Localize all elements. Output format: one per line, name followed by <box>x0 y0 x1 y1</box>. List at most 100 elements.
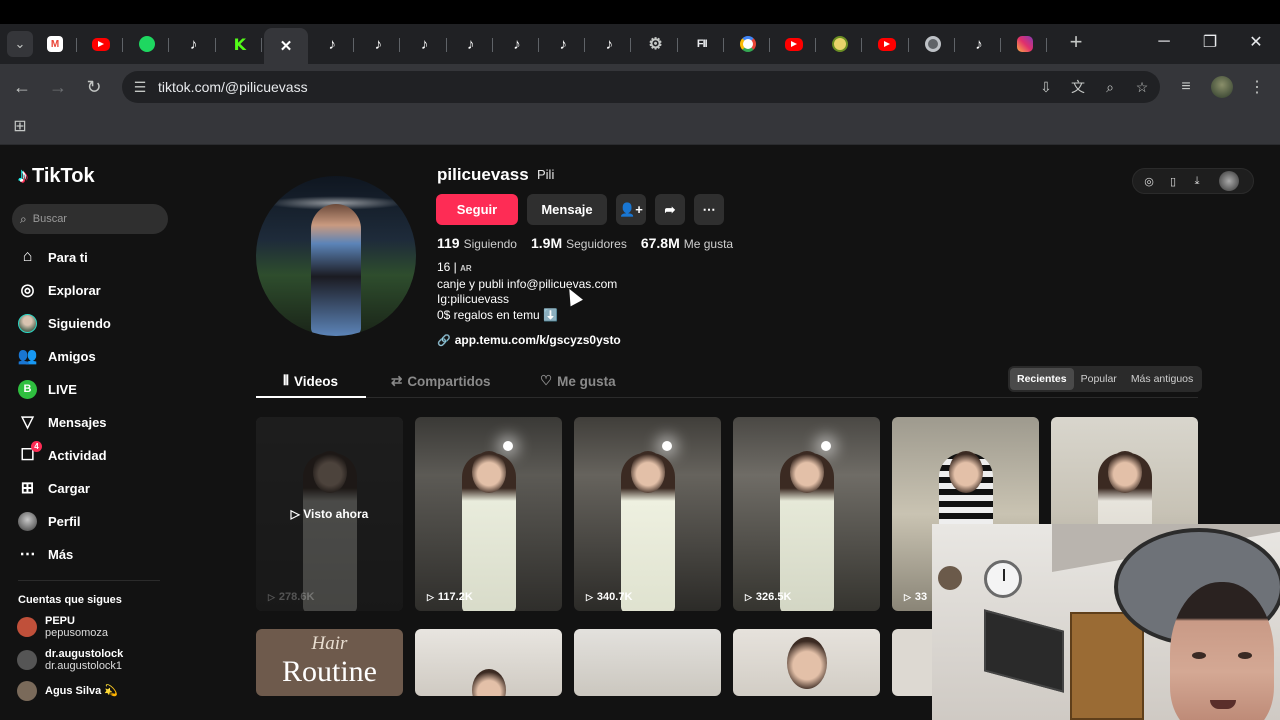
tab-separator <box>953 38 955 52</box>
sort-oldest[interactable]: Más antiguos <box>1124 368 1200 390</box>
followed-account[interactable]: dr.augustolock dr.augustolock1 <box>17 648 123 672</box>
chrome-menu-icon[interactable]: ⋮ <box>1245 75 1269 99</box>
browser-tab[interactable] <box>818 28 863 60</box>
tab-search-chevron-icon[interactable]: ⌄ <box>7 31 33 57</box>
browser-tab[interactable]: ✕ <box>264 28 308 64</box>
video-card[interactable] <box>574 629 721 696</box>
browser-tab[interactable]: ♪ <box>403 28 447 60</box>
browser-tab[interactable]: K <box>218 28 262 60</box>
browser-tab[interactable]: ♪ <box>495 28 539 60</box>
tiktok-logo[interactable]: ♪ TikTok <box>18 165 95 188</box>
sidebar-item-siguiendo[interactable]: Siguiendo <box>18 309 111 337</box>
download-icon[interactable]: ⤓ <box>1189 173 1205 189</box>
tab-separator <box>122 38 124 52</box>
bio-link[interactable]: 🔗 app.temu.com/k/gscyzs0ysto <box>437 333 621 347</box>
video-card[interactable]: ▷ 340.7K <box>574 417 721 611</box>
stat-following[interactable]: 119 Siguiendo <box>437 235 517 251</box>
video-card[interactable]: ▷ 117.2K <box>415 417 562 611</box>
close-window-icon[interactable]: ✕ <box>1240 30 1272 54</box>
profile-avatar[interactable] <box>256 176 416 336</box>
browser-tab[interactable]: ⚙ <box>634 28 678 60</box>
browser-tab[interactable]: ♪ <box>356 28 401 60</box>
site-info-icon[interactable]: ☰ <box>124 71 156 103</box>
account-name: PEPU <box>45 615 75 627</box>
video-card[interactable]: ▷ 278.6K ▷ Visto ahora <box>256 417 403 611</box>
add-friend-icon[interactable]: 👤+ <box>616 194 646 225</box>
sort-recent[interactable]: Recientes <box>1010 368 1074 390</box>
back-arrow-icon[interactable]: ← <box>10 75 34 99</box>
message-button[interactable]: Mensaje <box>527 194 607 225</box>
youtube-icon <box>877 37 896 51</box>
browser-tab[interactable]: ♪ <box>587 28 632 60</box>
share-icon[interactable]: ➦ <box>655 194 685 225</box>
search-input[interactable] <box>32 213 153 225</box>
tab-shared[interactable]: ⇄ Compartidos <box>391 373 491 389</box>
view-count: ▷ 33 <box>904 591 927 603</box>
browser-tab[interactable]: ♪ <box>172 28 216 60</box>
chrome-profile-avatar[interactable] <box>1210 75 1234 99</box>
sidebar-item-actividad[interactable]: ☐ 4 Actividad <box>18 440 107 469</box>
sidebar-item-label: Actividad <box>48 447 107 463</box>
follow-button[interactable]: Seguir <box>436 194 518 225</box>
reload-icon[interactable]: ↻ <box>82 75 106 99</box>
more-options-icon[interactable]: ⋯ <box>694 194 724 225</box>
browser-tab[interactable] <box>79 28 124 60</box>
bio-line: Ig:pilicuevass <box>437 292 510 306</box>
media-controls-icon[interactable]: ≡ <box>1174 75 1198 99</box>
coin-icon[interactable]: ◎ <box>1141 173 1157 189</box>
bookmark-star-icon[interactable]: ☆ <box>1132 77 1152 97</box>
bio-link-text[interactable]: app.temu.com/k/gscyzs0ysto <box>455 333 621 347</box>
video-card[interactable] <box>415 629 562 696</box>
stat-followers[interactable]: 1.9M Seguidores <box>531 235 627 251</box>
profile-stats: 119 Siguiendo 1.9M Seguidores 67.8M Me gust… <box>437 235 733 251</box>
sidebar-item-cargar[interactable]: ⊞ Cargar <box>18 474 90 502</box>
ceiling-light <box>503 441 513 451</box>
forward-arrow-icon[interactable]: → <box>46 75 70 99</box>
translate-icon[interactable]: 文 <box>1068 77 1088 97</box>
followed-account[interactable]: PEPU pepusomoza <box>17 615 108 639</box>
zoom-icon[interactable]: ⌕ <box>1100 77 1120 97</box>
browser-tab[interactable] <box>1003 28 1048 60</box>
avatar <box>17 650 37 670</box>
tab-liked[interactable]: ♡ Me gusta <box>540 373 616 389</box>
browser-tab[interactable]: M <box>33 28 77 60</box>
address-bar[interactable]: ☰ tiktok.com/@pilicuevass ⇩ 文 ⌕ ☆ <box>122 71 1160 103</box>
browser-tab[interactable]: ♪ <box>541 28 586 60</box>
browser-tab[interactable] <box>726 28 770 60</box>
sidebar-item-live[interactable]: B LIVE <box>18 375 77 403</box>
sidebar-item-para-ti[interactable]: ⌂ Para ti <box>18 243 88 271</box>
webcam-overlay <box>932 524 1280 720</box>
url-text[interactable]: tiktok.com/@pilicuevass <box>158 79 308 95</box>
browser-tab[interactable]: ♪ <box>449 28 493 60</box>
followed-account[interactable]: Agus Silva 💫 <box>17 681 118 701</box>
apps-grid-icon[interactable]: ⊞ <box>11 117 29 135</box>
browser-tab[interactable] <box>125 28 170 60</box>
video-card[interactable]: Hair Routine <box>256 629 403 696</box>
user-avatar[interactable] <box>1219 171 1239 191</box>
tiktok-icon: ♪ <box>420 35 429 53</box>
home-icon: ⌂ <box>22 248 33 265</box>
install-app-icon[interactable]: ⇩ <box>1036 77 1056 97</box>
sidebar-item-mensajes[interactable]: ▽ Mensajes <box>18 408 106 436</box>
browser-tab[interactable] <box>865 28 909 60</box>
browser-tab[interactable] <box>911 28 955 60</box>
sidebar-item-amigos[interactable]: 👥 Amigos <box>18 342 96 370</box>
video-card[interactable] <box>733 629 880 696</box>
video-card[interactable]: ▷ 326.5K <box>733 417 880 611</box>
browser-tab[interactable] <box>772 28 817 60</box>
minimize-icon[interactable]: ─ <box>1148 30 1180 54</box>
sidebar-item-m-s[interactable]: ⋯ Más <box>18 540 74 568</box>
logo-text: TikTok <box>32 165 95 187</box>
browser-tab[interactable]: ♪ <box>310 28 355 60</box>
close-icon[interactable]: ✕ <box>278 38 294 55</box>
search-box[interactable]: ⌕ <box>12 204 168 234</box>
browser-tab[interactable]: FII <box>680 28 724 60</box>
tab-videos[interactable]: ⦀ Videos <box>283 373 338 389</box>
sidebar-item-explorar[interactable]: ◎ Explorar <box>18 276 101 304</box>
browser-tab[interactable]: ♪ <box>957 28 1001 60</box>
restore-icon[interactable]: ❐ <box>1194 30 1226 54</box>
phone-icon[interactable]: ▯ <box>1165 173 1181 189</box>
sort-popular[interactable]: Popular <box>1074 368 1124 390</box>
new-tab-button[interactable]: + <box>1064 29 1088 54</box>
sidebar-item-perfil[interactable]: Perfil <box>18 507 81 535</box>
